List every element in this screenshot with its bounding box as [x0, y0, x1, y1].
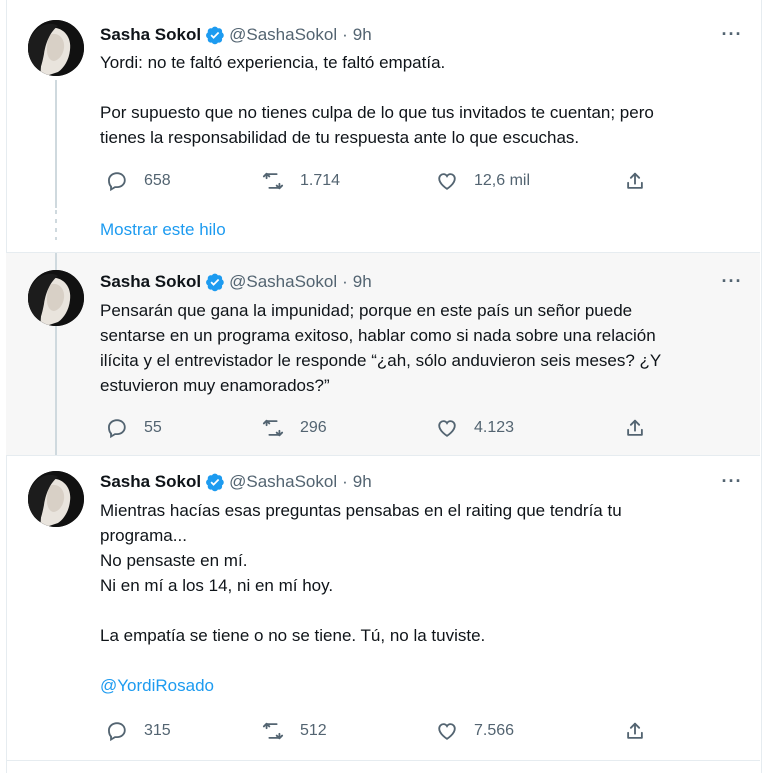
- retweet-button[interactable]: 1.714: [262, 170, 340, 192]
- tweet-actions: 55 296 4.123: [100, 417, 660, 439]
- text-line: La empatía se tiene o no se tiene. Tú, n…: [100, 626, 486, 645]
- share-button[interactable]: [624, 417, 646, 439]
- show-thread-link[interactable]: Mostrar este hilo: [100, 220, 226, 240]
- like-count: 7.566: [474, 722, 515, 739]
- text-line: [100, 648, 740, 673]
- heart-icon: [438, 173, 456, 190]
- text-line: No pensaste en mí.: [100, 551, 248, 570]
- avatar[interactable]: [28, 20, 84, 76]
- reply-count: 315: [144, 722, 171, 739]
- tweet-actions: 658 1.714 12,6 mil: [100, 170, 660, 192]
- verified-badge-icon: [206, 273, 224, 292]
- separator: ·: [342, 472, 348, 491]
- user-handle[interactable]: @SashaSokol: [229, 25, 337, 45]
- retweet-button[interactable]: 512: [262, 720, 327, 742]
- tweet-text: Mientras hacías esas preguntas pensabas …: [100, 498, 740, 698]
- retweet-count: 512: [300, 722, 327, 739]
- reply-button[interactable]: 658: [106, 170, 171, 192]
- reply-button[interactable]: 55: [106, 417, 162, 439]
- tweet-text: Yordi: no te faltó experiencia, te faltó…: [100, 50, 740, 150]
- verified-badge-icon: [206, 26, 224, 45]
- share-icon: [627, 172, 643, 189]
- tweet-2[interactable]: Sasha Sokol @SashaSokol · 9h ··· Pensará…: [6, 253, 760, 455]
- reply-icon: [108, 722, 126, 742]
- profile-photo-icon: [28, 471, 84, 527]
- retweet-icon: [262, 419, 284, 437]
- text-line: Mientras hacías esas preguntas pensabas …: [100, 501, 622, 520]
- retweet-count: 1.714: [300, 172, 341, 189]
- reply-count: 658: [144, 172, 171, 189]
- text-line: tienes la responsabilidad de tu respuest…: [100, 128, 580, 147]
- retweet-button[interactable]: 296: [262, 417, 327, 439]
- text-line: Yordi: no te faltó experiencia, te faltó…: [100, 53, 446, 72]
- avatar[interactable]: [28, 270, 84, 326]
- text-line: ilícita y el entrevistador le responde “…: [100, 351, 662, 370]
- share-button[interactable]: [624, 720, 646, 742]
- retweet-icon: [262, 722, 284, 740]
- text-line: programa...: [100, 526, 187, 545]
- like-count: 4.123: [474, 419, 515, 436]
- heart-icon: [438, 723, 456, 740]
- like-button[interactable]: 12,6 mil: [436, 170, 530, 192]
- separator: ·: [342, 25, 348, 44]
- user-handle[interactable]: @SashaSokol: [229, 472, 337, 492]
- more-options-icon[interactable]: ···: [720, 272, 744, 294]
- reply-button[interactable]: 315: [106, 720, 171, 742]
- profile-photo-icon: [28, 270, 84, 326]
- heart-icon: [438, 420, 456, 437]
- reply-icon: [108, 172, 126, 192]
- text-line: Pensarán que gana la impunidad; porque e…: [100, 301, 633, 320]
- display-name[interactable]: Sasha Sokol: [100, 272, 201, 292]
- text-line: Por supuesto que no tienes culpa de lo q…: [100, 103, 654, 122]
- tweet-actions: 315 512 7.566: [100, 720, 660, 742]
- text-line: [100, 598, 740, 623]
- reply-icon: [108, 419, 126, 439]
- tweet-1[interactable]: Sasha Sokol @SashaSokol · 9h ··· Yordi: …: [6, 0, 760, 252]
- share-icon: [627, 419, 643, 436]
- timestamp[interactable]: 9h: [353, 272, 372, 292]
- tweet-3[interactable]: Sasha Sokol @SashaSokol · 9h ··· Mientra…: [6, 456, 760, 756]
- thread-line: [55, 80, 57, 208]
- reply-count: 55: [144, 419, 162, 436]
- tweet-header: Sasha Sokol @SashaSokol · 9h: [100, 470, 372, 494]
- avatar[interactable]: [28, 471, 84, 527]
- more-options-icon[interactable]: ···: [720, 25, 744, 47]
- tweet-header: Sasha Sokol @SashaSokol · 9h: [100, 270, 372, 294]
- divider: [6, 760, 760, 761]
- text-line: [100, 75, 740, 100]
- share-icon: [627, 722, 643, 739]
- like-count: 12,6 mil: [474, 172, 531, 189]
- more-options-icon[interactable]: ···: [720, 472, 744, 494]
- text-line: estuvieron muy enamorados?”: [100, 376, 330, 395]
- retweet-count: 296: [300, 419, 327, 436]
- text-line: Ni en mí a los 14, ni en mí hoy.: [100, 576, 334, 595]
- profile-photo-icon: [28, 20, 84, 76]
- like-button[interactable]: 4.123: [436, 417, 514, 439]
- separator: ·: [342, 272, 348, 291]
- retweet-icon: [262, 172, 284, 190]
- mention-link[interactable]: @YordiRosado: [100, 673, 740, 698]
- share-button[interactable]: [624, 170, 646, 192]
- timestamp[interactable]: 9h: [353, 472, 372, 492]
- timestamp[interactable]: 9h: [353, 25, 372, 45]
- like-button[interactable]: 7.566: [436, 720, 514, 742]
- text-line: sentarse en un programa exitoso, hablar …: [100, 326, 656, 345]
- thread-dots: [55, 210, 57, 240]
- tweet-header: Sasha Sokol @SashaSokol · 9h: [100, 23, 372, 47]
- tweet-text: Pensarán que gana la impunidad; porque e…: [100, 298, 740, 398]
- verified-badge-icon: [206, 473, 224, 492]
- display-name[interactable]: Sasha Sokol: [100, 472, 201, 492]
- user-handle[interactable]: @SashaSokol: [229, 272, 337, 292]
- display-name[interactable]: Sasha Sokol: [100, 25, 201, 45]
